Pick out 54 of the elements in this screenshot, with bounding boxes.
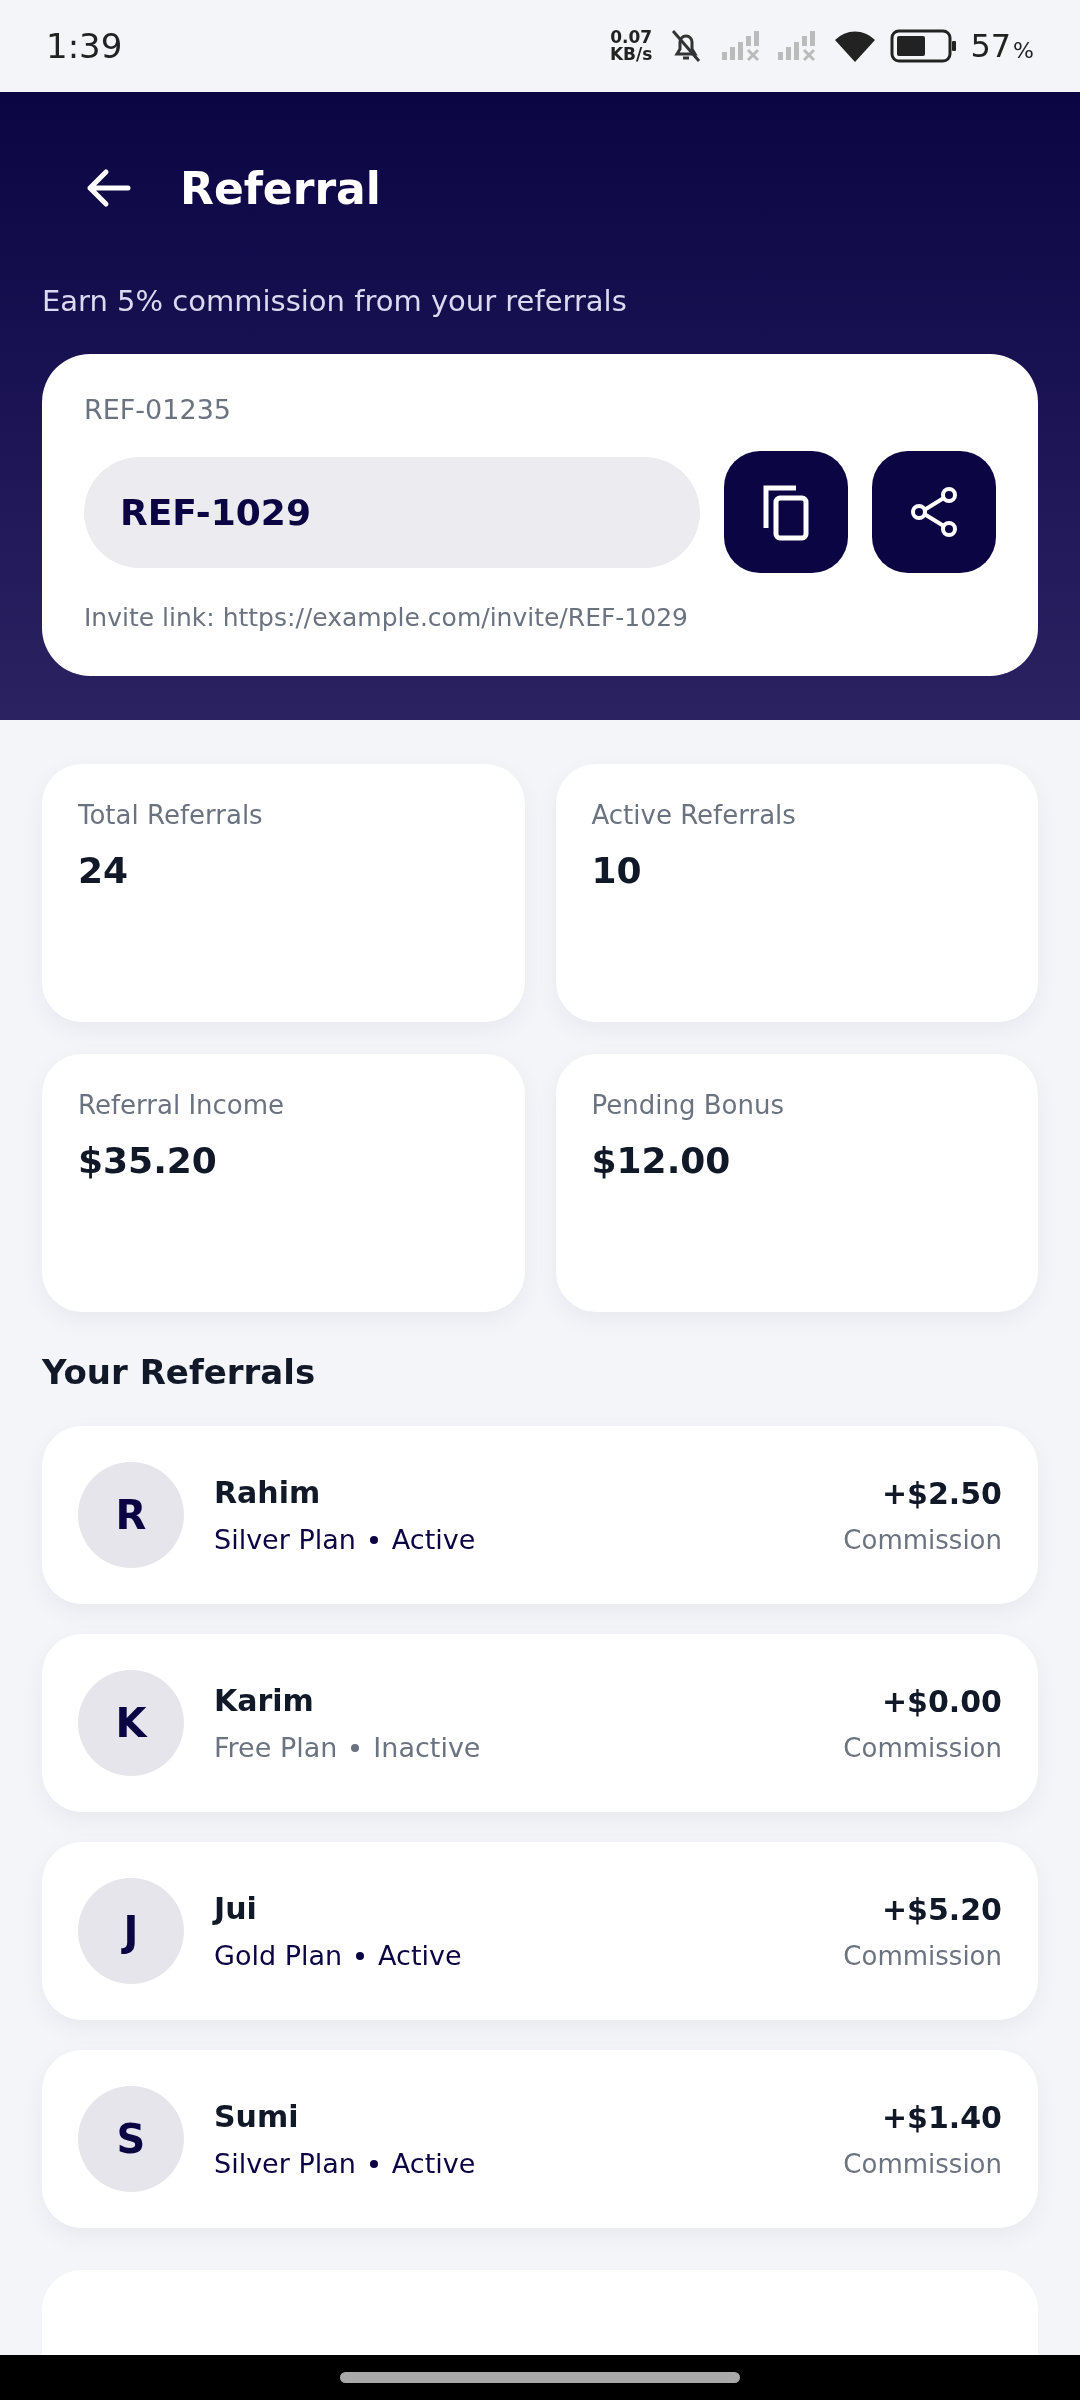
referral-item[interactable]: S Sumi Silver Plan Active +$1.40 Commission	[42, 2050, 1038, 2228]
dot-separator-icon	[369, 1535, 378, 1544]
referral-name: Karim	[214, 1683, 315, 1718]
referral-code-field: REF-1029	[84, 456, 700, 568]
stat-value: 24	[78, 850, 130, 891]
clock: 1:39	[46, 26, 123, 66]
commission-label: Commission	[843, 1732, 1002, 1763]
stat-label: Total Referrals	[78, 800, 264, 830]
dot-separator-icon	[351, 1743, 360, 1752]
plan-name: Gold Plan	[214, 1940, 343, 1971]
battery-level: 57	[970, 27, 1012, 65]
share-icon	[909, 485, 959, 539]
avatar: S	[78, 2086, 184, 2192]
copy-button[interactable]	[724, 451, 848, 573]
dot-separator-icon	[356, 1951, 365, 1960]
stat-label: Active Referrals	[591, 800, 797, 830]
network-speed: 0.07 KB/s	[609, 29, 653, 63]
section-title: Your Referrals	[42, 1352, 317, 1392]
stat-value: $35.20	[78, 1140, 218, 1181]
subtitle: Earn 5% commission from your referrals	[42, 284, 628, 318]
referral-name: Jui	[214, 1891, 258, 1926]
avatar: J	[78, 1878, 184, 1984]
commission-label: Commission	[843, 1940, 1002, 1971]
referral-name: Rahim	[214, 1475, 322, 1510]
commission-amount: +$2.50	[881, 1475, 1002, 1511]
stat-label: Referral Income	[78, 1090, 286, 1120]
battery-icon	[890, 29, 959, 63]
stat-label: Pending Bonus	[591, 1090, 785, 1120]
status-text: Active	[391, 2148, 476, 2179]
code-label: REF-01235	[84, 394, 232, 425]
plan-name: Silver Plan	[214, 2148, 356, 2179]
dot-separator-icon	[369, 2159, 378, 2168]
referral-item[interactable]: R Rahim Silver Plan Active +$2.50 Commission	[42, 1426, 1038, 1604]
status-text: Inactive	[373, 1732, 481, 1763]
share-button[interactable]	[872, 451, 996, 573]
commission-label: Commission	[843, 2148, 1002, 2179]
referral-item[interactable]: J Jui Gold Plan Active +$5.20 Commission	[42, 1842, 1038, 2020]
commission-amount: +$0.00	[881, 1683, 1002, 1719]
status-text: Active	[391, 1524, 476, 1555]
referral-item[interactable]: K Karim Free Plan Inactive +$0.00 Commission	[42, 1634, 1038, 1812]
avatar: R	[78, 1462, 184, 1568]
invite-link-text: Invite link: https://example.com/invite/REF-1029	[84, 603, 689, 632]
stat-value: $12.00	[591, 1140, 732, 1181]
percent-sign: %	[1013, 37, 1034, 63]
page-title: Referral	[180, 162, 381, 214]
plan-name: Silver Plan	[214, 1524, 356, 1555]
commission-amount: +$5.20	[881, 1891, 1002, 1927]
status-text: Active	[378, 1940, 462, 1971]
avatar: K	[78, 1670, 184, 1776]
commission-amount: +$1.40	[881, 2099, 1002, 2135]
plan-name: Free Plan	[214, 1732, 338, 1763]
commission-label: Commission	[843, 1524, 1002, 1555]
stat-value: 10	[591, 850, 643, 891]
referral-name: Sumi	[214, 2099, 300, 2134]
